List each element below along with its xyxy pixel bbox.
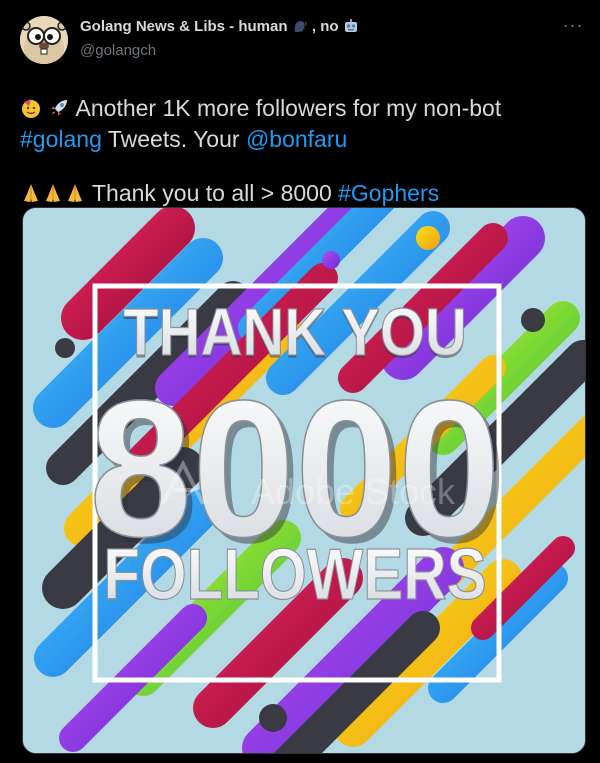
tweet-line-3-text: Thank you to all > 8000	[91, 180, 332, 206]
speaking-head-icon	[292, 18, 308, 39]
robot-icon	[343, 18, 359, 39]
avatar[interactable]	[20, 16, 68, 64]
more-options-button[interactable]: ···	[558, 16, 588, 38]
thank-you-text: THANK YOU	[123, 295, 467, 370]
folded-hands-icon	[42, 182, 64, 210]
adobe-stock-watermark: Adobe Stock	[251, 471, 456, 512]
folded-hands-icon	[20, 182, 42, 210]
author-name-suffix: , no	[311, 18, 339, 35]
gopher-avatar-icon	[20, 16, 68, 64]
dot-yellow	[416, 226, 440, 250]
hashtag-gophers-link[interactable]: #Gophers	[338, 180, 439, 206]
dot-gray-bottom	[259, 704, 287, 732]
tweet-header: Golang News & Libs - human , no @golangc…	[20, 16, 584, 64]
author-display-name-row[interactable]: Golang News & Libs - human , no	[80, 18, 558, 39]
party-face-icon	[20, 97, 42, 125]
followers-text: FOLLOWERS	[103, 535, 486, 615]
thank-you-8000-followers-graphic: THANK YOU THANK YOU 8000 8000 FOLLOWERS …	[23, 208, 585, 753]
hashtag-golang-link[interactable]: #golang	[20, 126, 102, 152]
tweet: Golang News & Libs - human , no @golangc…	[0, 0, 600, 763]
tweet-line-3: Thank you to all > 8000 #Gophers	[20, 179, 584, 210]
tweet-line-2-text: Tweets. Your	[107, 126, 240, 152]
tweet-image[interactable]: THANK YOU THANK YOU 8000 8000 FOLLOWERS …	[22, 207, 586, 754]
rocket-icon	[48, 97, 70, 125]
dot-purple	[322, 251, 340, 269]
tweet-line-1: Another 1K more followers for my non-bot	[20, 94, 584, 125]
author-handle[interactable]: @golangch	[80, 41, 558, 61]
dot-gray-left	[55, 338, 75, 358]
mention-bonfaru-link[interactable]: @bonfaru	[246, 126, 347, 152]
author-block: Golang News & Libs - human , no @golangc…	[80, 18, 558, 61]
folded-hands-icon	[64, 182, 86, 210]
dot-gray	[521, 308, 545, 332]
tweet-text: Another 1K more followers for my non-bot…	[20, 94, 584, 210]
tweet-line-1-text: Another 1K more followers for my non-bot	[75, 95, 502, 121]
author-display-name[interactable]: Golang News & Libs - human	[80, 18, 288, 35]
tweet-line-2: #golang Tweets. Your @bonfaru	[20, 125, 584, 153]
